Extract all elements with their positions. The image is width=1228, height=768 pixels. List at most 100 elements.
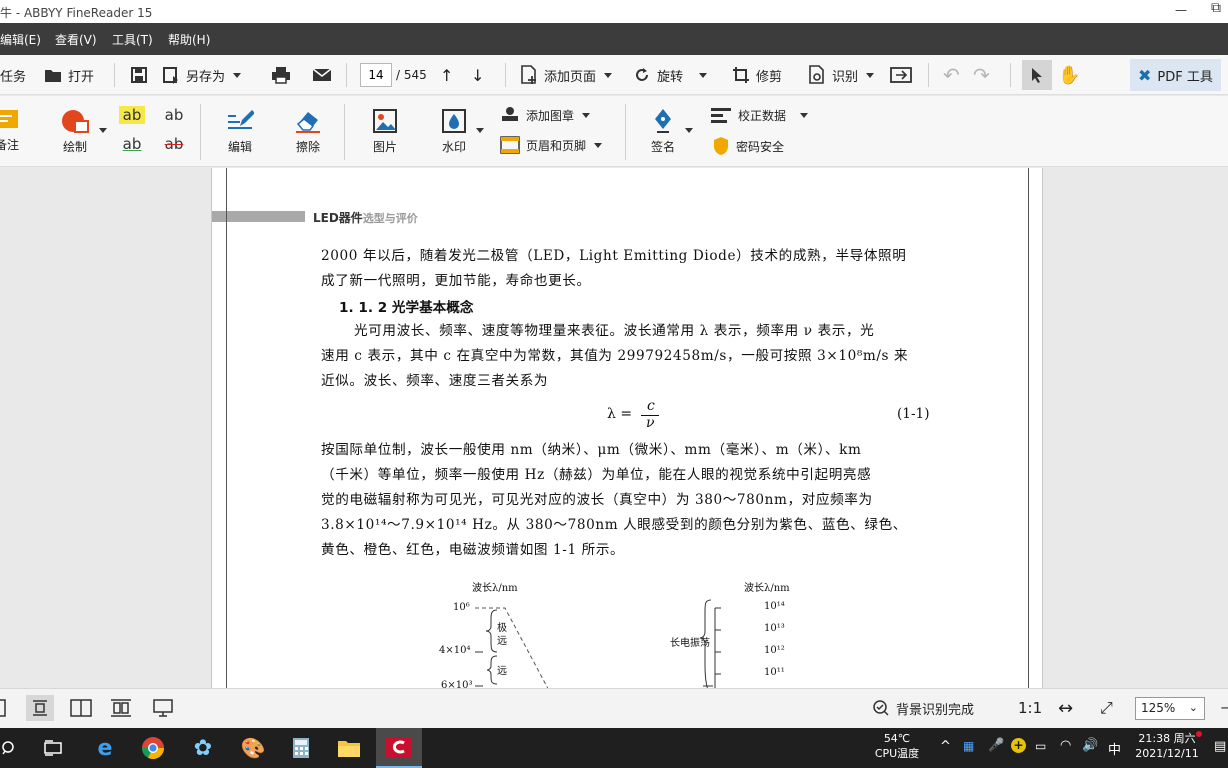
page-number-input[interactable] (360, 63, 392, 87)
add-page-button[interactable]: 添加页面 (520, 55, 613, 95)
watermark-button[interactable]: 水印 (434, 108, 474, 155)
chevron-down-icon[interactable]: ⌄ (1189, 701, 1198, 714)
chevron-down-icon[interactable] (685, 128, 693, 133)
draw-button[interactable]: 绘制 (54, 108, 96, 155)
hand-tool-button[interactable]: ✋ (1058, 55, 1080, 95)
crop-button[interactable]: 修剪 (732, 55, 782, 95)
chevron-down-icon[interactable] (594, 142, 603, 148)
undo-button[interactable]: ↶ (943, 55, 960, 95)
chevron-down-icon[interactable] (476, 128, 484, 133)
ime-indicator[interactable]: 中 (1108, 739, 1121, 758)
email-button[interactable] (312, 55, 332, 95)
action-center-icon[interactable]: ▤ (1214, 739, 1226, 754)
strikethrough-button[interactable]: ab (162, 135, 186, 153)
header-footer-button[interactable]: 页眉和页脚 (500, 136, 603, 154)
volume-icon[interactable]: 🔊 (1082, 738, 1098, 753)
open-button[interactable]: 打开 (44, 55, 94, 95)
crop-icon (733, 67, 749, 83)
clock[interactable]: 21:38 周六 2021/12/11 (1132, 731, 1202, 761)
fit-width-icon: ↔ (1058, 697, 1074, 719)
chevron-down-icon[interactable] (604, 72, 613, 78)
recognize-label: 识别 (832, 69, 859, 85)
separator (505, 63, 506, 87)
add-stamp-button[interactable]: 添加图章 (500, 106, 591, 124)
chevron-down-icon[interactable] (866, 72, 875, 78)
zoom-out-button[interactable]: − (1220, 689, 1228, 727)
insert-text-button[interactable]: ab (162, 106, 186, 124)
actual-size-button[interactable]: 1:1 (1018, 689, 1042, 727)
edit-label: 编辑 (227, 140, 252, 154)
fit-page-button[interactable]: ⤢ (1100, 689, 1113, 727)
chevron-down-icon[interactable] (800, 112, 809, 118)
menu-help[interactable]: 帮助(H) (168, 31, 210, 48)
app-window: { "titlebar": { "title": "牛 - ABBYY Fine… (0, 0, 1228, 768)
redact-button[interactable]: 校正数据 (710, 106, 809, 124)
chevron-down-icon[interactable] (699, 72, 708, 78)
arrow-up-icon: ↑ (440, 65, 454, 85)
chevron-down-icon[interactable] (233, 72, 242, 78)
app-taskbar-button[interactable]: ✿ (180, 728, 226, 768)
menu-tools[interactable]: 工具(T) (112, 31, 153, 48)
battery-icon[interactable]: ▭ (1035, 739, 1046, 753)
search-taskbar-button[interactable] (0, 728, 32, 768)
chevron-up-icon[interactable]: ^ (940, 739, 951, 754)
highlight-button[interactable]: ab (119, 106, 145, 124)
password-security-button[interactable]: 密码安全 (712, 136, 784, 156)
erase-button[interactable]: 擦除 (290, 108, 326, 155)
underline-button[interactable]: ab (119, 135, 145, 153)
select-tool-button[interactable] (1022, 60, 1052, 90)
restore-icon[interactable]: ⧉ (1211, 0, 1221, 16)
rotate-button[interactable]: 旋转 (633, 55, 708, 95)
calculator-icon (293, 738, 309, 758)
edit-button[interactable]: 编辑 (222, 108, 258, 155)
two-page-button[interactable] (70, 689, 92, 727)
task-view-button[interactable] (30, 728, 76, 768)
pen-nib-icon (655, 109, 671, 133)
windows-security-icon[interactable]: ▦ (963, 739, 974, 753)
chevron-down-icon[interactable] (582, 112, 591, 118)
pdf-tools-button[interactable]: ✖ PDF 工具 (1130, 59, 1221, 91)
expand-icon: ⤢ (1100, 698, 1113, 717)
explorer-taskbar-button[interactable] (326, 728, 372, 768)
minimize-icon[interactable]: — (1175, 3, 1187, 17)
redo-button[interactable]: ↷ (973, 55, 990, 95)
microphone-icon[interactable]: 🎤 (988, 738, 1004, 753)
wifi-icon[interactable]: ◠ (1060, 738, 1071, 753)
sign-button[interactable]: 签名 (646, 108, 680, 155)
image-button[interactable]: 图片 (368, 108, 402, 155)
chrome-taskbar-button[interactable] (130, 728, 176, 768)
draw-shape-icon (62, 110, 89, 133)
menu-view[interactable]: 查看(V) (55, 31, 97, 48)
edge-taskbar-button[interactable]: e (82, 728, 128, 768)
flower-icon: ✿ (193, 735, 213, 761)
recognize-button[interactable]: 识别 (808, 55, 875, 95)
save-as-button[interactable]: 另存为 (162, 55, 242, 95)
compare-button[interactable] (890, 55, 912, 95)
image-label: 图片 (372, 140, 397, 154)
fit-height-button[interactable] (26, 695, 54, 721)
paint-taskbar-button[interactable]: 🎨 (230, 728, 276, 768)
print-button[interactable] (271, 55, 291, 95)
prev-page-button[interactable]: ↑ (440, 55, 453, 95)
plus-icon[interactable]: + (1011, 738, 1026, 753)
presentation-button[interactable] (153, 689, 173, 727)
cpu-temp-widget[interactable]: 54℃ CPU温度 (862, 731, 932, 761)
finereader-taskbar-button[interactable] (376, 728, 422, 768)
menu-edit[interactable]: 编辑(E) (0, 31, 41, 48)
note-button[interactable]: 备注 (0, 108, 22, 153)
chevron-down-icon[interactable] (99, 128, 107, 133)
next-page-button[interactable]: ↓ (471, 55, 484, 95)
fit-width-button[interactable]: ↔ (1058, 689, 1073, 727)
document-view[interactable]: LED器件选型与评价 2000 年以后，随着发光二极管（LED，Light Em… (0, 168, 1228, 688)
view-mode-button[interactable] (0, 689, 8, 727)
figure-left-tick: 4×10⁴ (439, 645, 471, 656)
save-button[interactable] (130, 55, 148, 95)
task-button[interactable]: 任务 (0, 55, 26, 95)
continuous-button[interactable] (110, 689, 132, 727)
search-check-icon (873, 700, 889, 716)
text-line: 光可用波长、频率、速度等物理量来表征。波长通常用 λ 表示，频率用 ν 表示，光 (354, 323, 875, 339)
mail-icon (312, 68, 332, 81)
page-total: / 545 (396, 68, 427, 82)
zoom-select[interactable]: 125% ⌄ (1135, 697, 1205, 720)
calculator-taskbar-button[interactable] (278, 728, 324, 768)
